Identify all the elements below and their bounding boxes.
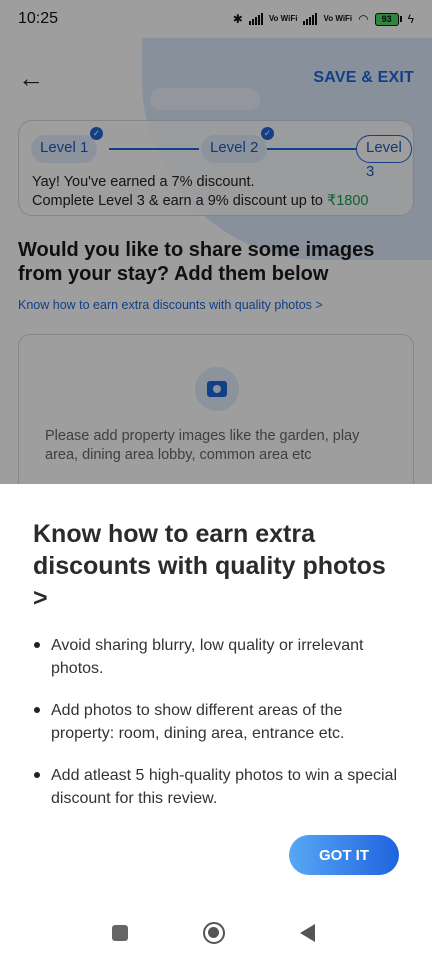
bullet-icon xyxy=(34,772,40,778)
tip-text: Add atleast 5 high-quality photos to win… xyxy=(51,767,397,807)
system-nav-bar xyxy=(0,888,432,960)
home-icon[interactable] xyxy=(203,922,225,944)
list-item: Avoid sharing blurry, low quality or irr… xyxy=(33,634,403,680)
tip-text: Avoid sharing blurry, low quality or irr… xyxy=(51,637,364,677)
tips-list: Avoid sharing blurry, low quality or irr… xyxy=(33,634,403,829)
back-icon[interactable] xyxy=(300,924,315,942)
bullet-icon xyxy=(34,642,40,648)
recents-icon[interactable] xyxy=(112,925,128,941)
tip-text: Add photos to show different areas of th… xyxy=(51,702,345,742)
tips-bottom-sheet: Know how to earn extra discounts with qu… xyxy=(0,484,432,888)
sheet-title: Know how to earn extra discounts with qu… xyxy=(33,520,386,612)
got-it-button[interactable]: GOT IT xyxy=(289,835,399,875)
modal-overlay[interactable] xyxy=(0,0,432,484)
list-item: Add photos to show different areas of th… xyxy=(33,699,403,745)
list-item: Add atleast 5 high-quality photos to win… xyxy=(33,764,403,810)
bullet-icon xyxy=(34,707,40,713)
